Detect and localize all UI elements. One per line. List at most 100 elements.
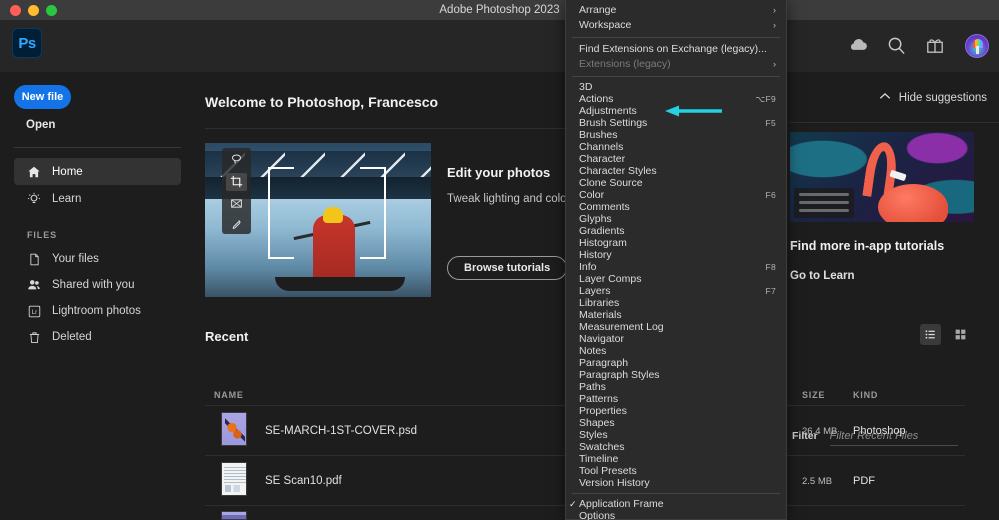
menu-item-find-extensions-on-exchange-legacy[interactable]: Find Extensions on Exchange (legacy)... — [566, 42, 786, 57]
menu-item-label: Swatches — [579, 441, 776, 453]
menu-item-label: Paragraph Styles — [579, 369, 776, 381]
menu-item-layers[interactable]: LayersF7 — [566, 285, 786, 297]
menu-item-label: Comments — [579, 201, 776, 213]
app-topbar: Ps — [0, 20, 999, 72]
menu-item-label: Application Frame — [579, 498, 776, 510]
hero-image — [205, 143, 431, 297]
new-file-button[interactable]: New file — [14, 85, 71, 109]
menu-item-label: Color — [579, 189, 765, 201]
chevron-right-icon: › — [773, 57, 776, 72]
sidebar-item-deleted[interactable]: Deleted — [14, 324, 181, 350]
frame-icon[interactable] — [226, 195, 247, 213]
menu-item-properties[interactable]: Properties — [566, 405, 786, 417]
sidebar-item-label: Shared with you — [52, 279, 134, 291]
sidebar-item-your-files[interactable]: Your files — [14, 246, 181, 272]
view-mode-toggle — [920, 324, 971, 345]
menu-item-brush-settings[interactable]: Brush SettingsF5 — [566, 117, 786, 129]
sidebar-item-shared-with-you[interactable]: Shared with you — [14, 272, 181, 298]
menu-item-libraries[interactable]: Libraries — [566, 297, 786, 309]
gift-icon[interactable] — [926, 36, 946, 56]
file-thumbnail — [221, 462, 247, 496]
go-to-learn-link[interactable]: Go to Learn — [790, 270, 974, 282]
menu-item-application-frame[interactable]: ✓Application Frame — [566, 498, 786, 510]
eyedropper-icon[interactable] — [226, 216, 247, 234]
menu-item-version-history[interactable]: Version History — [566, 477, 786, 489]
cloud-icon[interactable] — [848, 36, 868, 56]
menu-item-extensions-legacy: Extensions (legacy)› — [566, 57, 786, 72]
menu-item-history[interactable]: History — [566, 249, 786, 261]
menu-item-clone-source[interactable]: Clone Source — [566, 177, 786, 189]
avatar[interactable] — [965, 34, 989, 58]
browse-tutorials-button[interactable]: Browse tutorials — [447, 256, 567, 280]
menu-item-character-styles[interactable]: Character Styles — [566, 165, 786, 177]
menu-item-paragraph-styles[interactable]: Paragraph Styles — [566, 369, 786, 381]
file-size: 2.5 MB — [802, 476, 832, 487]
svg-text:Lr: Lr — [31, 309, 36, 316]
menu-item-brushes[interactable]: Brushes — [566, 129, 786, 141]
menu-item-notes[interactable]: Notes — [566, 345, 786, 357]
menu-item-paragraph[interactable]: Paragraph — [566, 357, 786, 369]
window-menu-dropdown[interactable]: Arrange›Workspace›Find Extensions on Exc… — [565, 0, 787, 520]
menu-item-navigator[interactable]: Navigator — [566, 333, 786, 345]
menu-item-adjustments[interactable]: Adjustments — [566, 105, 786, 117]
menu-item-color[interactable]: ColorF6 — [566, 189, 786, 201]
menu-item-label: Patterns — [579, 393, 776, 405]
menu-item-materials[interactable]: Materials — [566, 309, 786, 321]
menu-item-patterns[interactable]: Patterns — [566, 393, 786, 405]
menu-item-label: Shapes — [579, 417, 776, 429]
menu-item-swatches[interactable]: Swatches — [566, 441, 786, 453]
menu-item-label: Measurement Log — [579, 321, 776, 333]
menu-item-label: Info — [579, 261, 765, 273]
sidebar-item-label: Learn — [52, 193, 81, 205]
sidebar-item-lightroom-photos[interactable]: Lr Lightroom photos — [14, 298, 181, 324]
menu-item-measurement-log[interactable]: Measurement Log — [566, 321, 786, 333]
menu-item-layer-comps[interactable]: Layer Comps — [566, 273, 786, 285]
menu-item-label: Glyphs — [579, 213, 776, 225]
menu-item-shortcut: F7 — [765, 285, 776, 297]
menu-item-label: Character Styles — [579, 165, 776, 177]
menu-item-gradients[interactable]: Gradients — [566, 225, 786, 237]
menu-item-label: Character — [579, 153, 776, 165]
promo-card[interactable]: Find more in-app tutorials Go to Learn — [790, 132, 974, 282]
search-icon[interactable] — [887, 36, 907, 56]
menu-item-comments[interactable]: Comments — [566, 201, 786, 213]
sidebar-item-learn[interactable]: Learn — [14, 185, 181, 212]
menu-item-timeline[interactable]: Timeline — [566, 453, 786, 465]
menu-item-actions[interactable]: Actions⌥F9 — [566, 93, 786, 105]
menu-separator — [572, 37, 780, 38]
column-header-name: NAME — [214, 390, 244, 400]
crop-icon[interactable] — [226, 173, 247, 191]
home-icon — [27, 165, 41, 179]
menu-item-options[interactable]: Options — [566, 510, 786, 520]
menu-item-label: Navigator — [579, 333, 776, 345]
sidebar-item-label: Home — [52, 166, 83, 178]
grid-view-icon[interactable] — [950, 324, 971, 345]
menu-item-tool-presets[interactable]: Tool Presets — [566, 465, 786, 477]
menu-item-shapes[interactable]: Shapes — [566, 417, 786, 429]
menu-item-label: Find Extensions on Exchange (legacy)... — [579, 42, 776, 57]
file-thumbnail — [221, 511, 247, 520]
menu-item-label: 3D — [579, 81, 776, 93]
menu-item-3d[interactable]: 3D — [566, 81, 786, 93]
menu-item-label: Channels — [579, 141, 776, 153]
menu-item-paths[interactable]: Paths — [566, 381, 786, 393]
suggestions-panel: Hide suggestions Find more in-app tutori… — [780, 72, 999, 520]
menu-item-character[interactable]: Character — [566, 153, 786, 165]
menu-item-arrange[interactable]: Arrange› — [566, 3, 786, 18]
menu-item-glyphs[interactable]: Glyphs — [566, 213, 786, 225]
menu-item-label: Materials — [579, 309, 776, 321]
hide-suggestions-button[interactable]: Hide suggestions — [879, 92, 987, 104]
list-view-icon[interactable] — [920, 324, 941, 345]
topbar-actions — [848, 20, 989, 72]
menu-item-channels[interactable]: Channels — [566, 141, 786, 153]
chevron-right-icon: › — [773, 18, 776, 33]
menu-item-styles[interactable]: Styles — [566, 429, 786, 441]
menu-item-info[interactable]: InfoF8 — [566, 261, 786, 273]
menu-item-workspace[interactable]: Workspace› — [566, 18, 786, 33]
lasso-icon[interactable] — [226, 151, 247, 169]
open-button[interactable]: Open — [26, 119, 55, 131]
menu-item-label: Paths — [579, 381, 776, 393]
menu-item-label: Arrange — [579, 3, 773, 18]
sidebar-item-home[interactable]: Home — [14, 158, 181, 185]
menu-item-histogram[interactable]: Histogram — [566, 237, 786, 249]
